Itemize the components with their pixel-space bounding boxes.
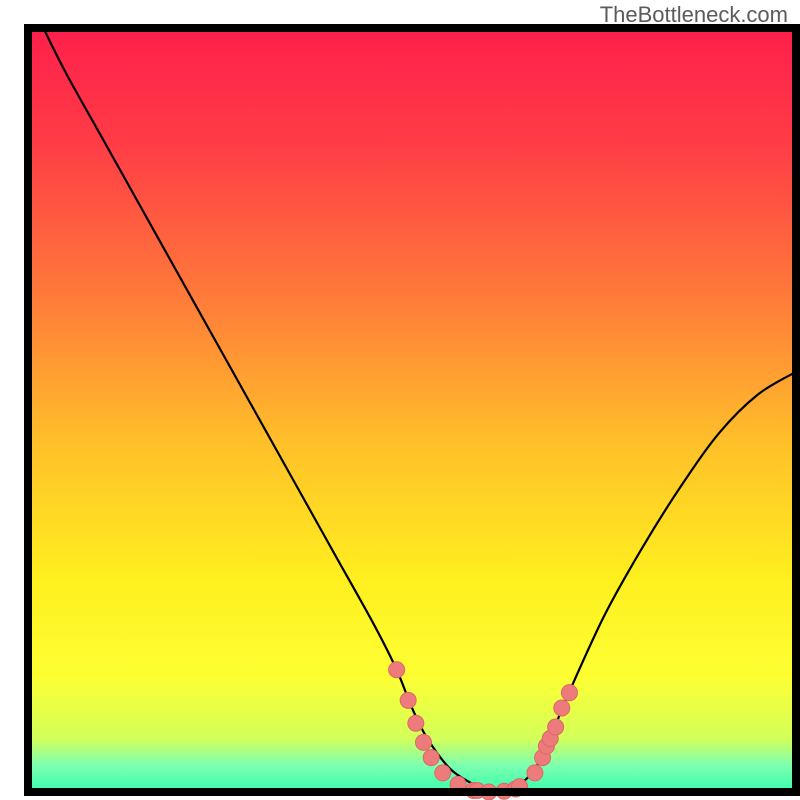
bottleneck-chart: TheBottleneck.com: [0, 0, 800, 800]
watermark-text: TheBottleneck.com: [600, 2, 788, 28]
data-marker: [423, 750, 439, 766]
chart-svg: [0, 0, 800, 800]
data-marker: [548, 719, 564, 735]
data-marker: [561, 685, 577, 701]
plot-background: [28, 28, 796, 792]
data-marker: [400, 692, 416, 708]
data-marker: [408, 715, 424, 731]
data-marker: [389, 662, 405, 678]
data-marker: [416, 734, 432, 750]
data-marker: [435, 765, 451, 781]
data-marker: [527, 765, 543, 781]
data-marker: [554, 700, 570, 716]
